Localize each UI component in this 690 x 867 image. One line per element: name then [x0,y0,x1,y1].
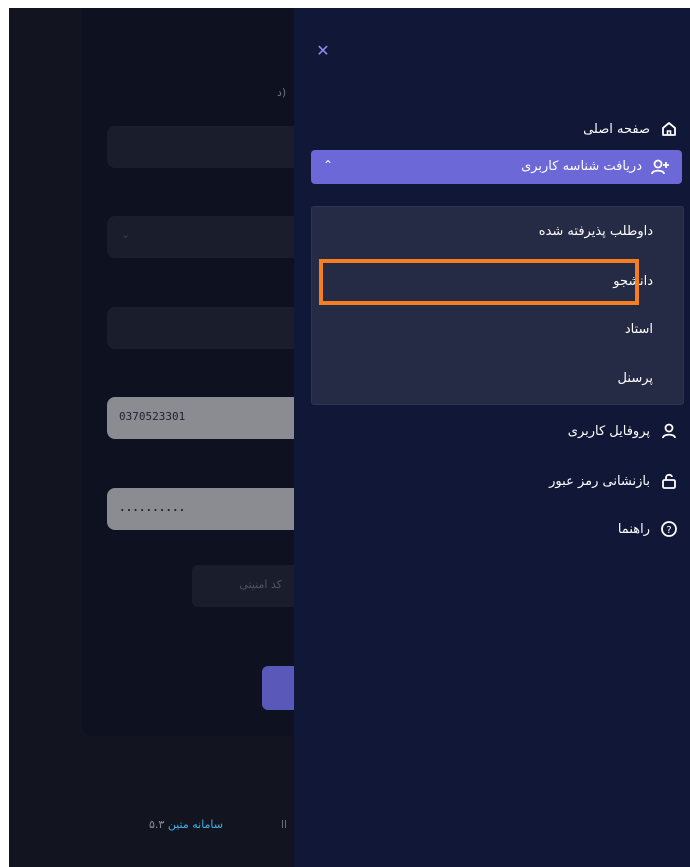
chevron-down-icon: ⌄ [121,228,131,241]
close-icon[interactable]: ✕ [314,42,332,60]
password-field[interactable]: .......... [107,488,307,530]
home-icon [660,120,678,138]
national-code-field[interactable]: 0370523301 [107,397,307,439]
chevron-up-icon: ⌃ [323,158,334,172]
password-value: .......... [119,501,186,514]
menu-item-profile-label: پروفایل کاربری [567,423,650,439]
menu-item-help[interactable]: ? راهنما [618,512,678,546]
user-add-icon [650,158,670,180]
menu-item-help-label: راهنما [617,521,650,537]
side-menu-panel: ✕ صفحه اصلی دریافت شناسه کاربری ⌃ داوطلب… [294,8,690,867]
menu-item-get-user-id[interactable]: دریافت شناسه کاربری ⌃ [311,150,682,184]
form-field-1[interactable] [107,126,307,168]
footer-brand[interactable]: سامانه متین [168,818,223,831]
menu-item-reset-password-label: بازنشانی رمز عبور [549,473,650,489]
user-icon [660,422,678,440]
menu-item-profile[interactable]: پروفایل کاربری [568,414,678,448]
national-code-value: 0370523301 [119,410,186,423]
footer-separator: ll [281,818,288,831]
app-viewport: د) ⌄ 0370523301 .......... کد امنیتی سام… [9,8,690,867]
get-user-id-submenu: داوطلب پذیرفته شده دانشجو استاد پرسنل [311,206,684,405]
menu-item-reset-password[interactable]: بازنشانی رمز عبور [549,464,678,498]
submenu-item-staff[interactable]: پرسنل [618,371,653,386]
form-field-3[interactable] [107,307,307,349]
captcha-placeholder: کد امنیتی [239,578,282,591]
form-partial-text: د) [277,86,287,99]
captcha-input[interactable]: کد امنیتی [192,565,302,607]
student-highlight-box [319,259,639,305]
footer: سامانه متین ۵.۳ ll [149,818,287,831]
unlock-icon [660,472,678,490]
help-icon: ? [660,520,678,538]
svg-text:?: ? [666,525,671,536]
menu-item-get-user-id-label: دریافت شناسه کاربری [521,159,642,174]
submenu-item-accepted-applicant[interactable]: داوطلب پذیرفته شده [539,224,653,239]
submenu-item-professor[interactable]: استاد [625,322,653,337]
menu-item-home[interactable]: صفحه اصلی [583,112,678,146]
form-select-field[interactable]: ⌄ [107,216,307,258]
menu-item-home-label: صفحه اصلی [583,121,650,137]
footer-version: ۵.۳ [149,818,165,831]
